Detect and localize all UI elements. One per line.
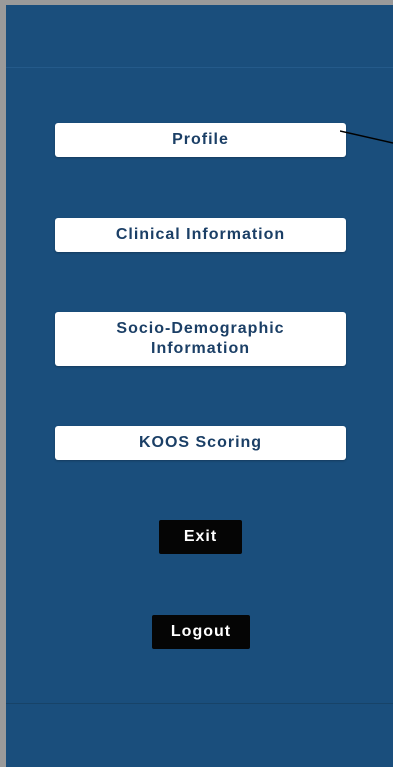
socio-demographic-button[interactable]: Socio-Demographic Information: [55, 312, 346, 366]
profile-button[interactable]: Profile: [55, 123, 346, 157]
exit-button-label: Exit: [183, 528, 218, 545]
socio-demographic-label-line2: Information: [151, 340, 250, 357]
exit-button[interactable]: Exit: [159, 520, 242, 554]
app-bar: [6, 5, 393, 68]
bottom-bar: [6, 703, 393, 767]
logout-button[interactable]: Logout: [152, 615, 250, 649]
socio-demographic-label-line1: Socio-Demographic: [116, 320, 285, 337]
clinical-information-label: Clinical Information: [115, 226, 286, 243]
app-screen: Profile Clinical Information Socio-Demog…: [6, 5, 393, 767]
logout-button-label: Logout: [170, 623, 232, 640]
clinical-information-button[interactable]: Clinical Information: [55, 218, 346, 252]
koos-scoring-button[interactable]: KOOS Scoring: [55, 426, 346, 460]
device-frame: Profile Clinical Information Socio-Demog…: [0, 0, 393, 767]
annotation-pointer-line: [340, 130, 393, 144]
profile-button-label: Profile: [172, 131, 229, 148]
koos-scoring-label: KOOS Scoring: [138, 434, 263, 451]
